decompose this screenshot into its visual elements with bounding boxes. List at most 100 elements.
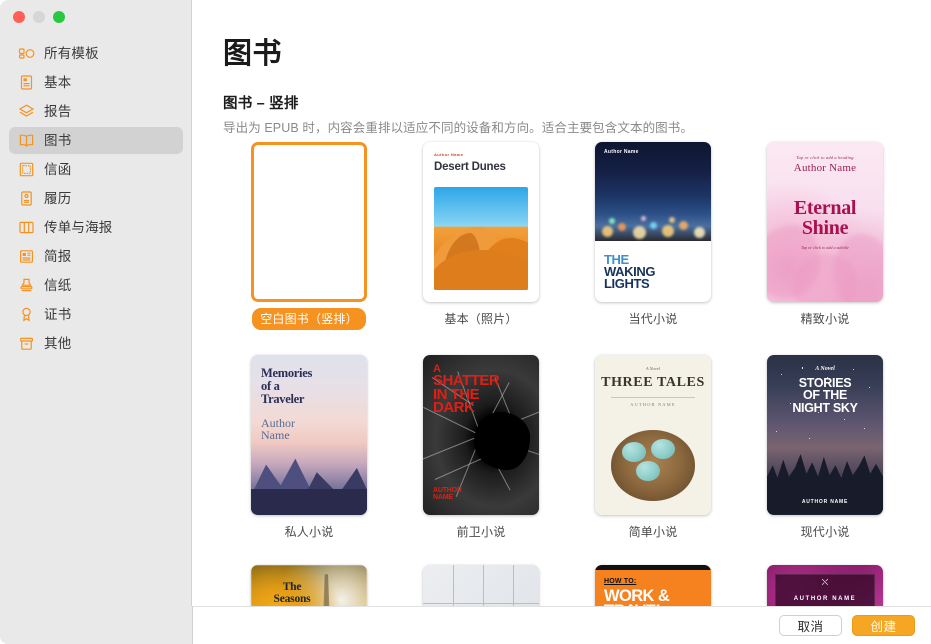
cover-title: Eternal Shine [767, 196, 883, 239]
window-controls [13, 11, 65, 23]
template-card-basic-photo[interactable]: Author Name Desert Dunes 基本（照片） [395, 140, 567, 330]
sidebar-item-resume[interactable]: 履历 [9, 185, 183, 212]
cover-seasons-paris: The Seasons of Paris [251, 564, 367, 607]
template-card-modern-novel[interactable]: A Novel STORIES OF THE NIGHT SKY AUTHOR … [739, 353, 911, 540]
cover-waking-lights: Author Name THE WAKING LIGHTS [595, 141, 711, 302]
template-thumbnail: Author Name Desert Dunes [421, 140, 541, 303]
cover-eternal-shine: Tap or click to add a heading Author Nam… [767, 141, 883, 302]
sidebar-item-basic[interactable]: 基本 [9, 69, 183, 96]
cover-shatter-dark: A SHATTER IN THE DARK AUTHOR NAME [423, 354, 539, 515]
cover-puzzle [423, 564, 539, 606]
cover-author: AUTHOR NAME [433, 487, 462, 501]
cover-title-line-2: of a [261, 378, 280, 393]
template-card-simple-novel[interactable]: A Novel THREE TALES AUTHOR NAME 简单小说 [567, 353, 739, 540]
cover-title: The Seasons of Paris [251, 581, 367, 607]
sidebar-item-books[interactable]: 图书 [9, 127, 183, 154]
minimize-window-button[interactable] [33, 11, 45, 23]
basic-icon [18, 74, 35, 91]
template-card-contemporary-novel[interactable]: Author Name THE WAKING LIGHTS 当代小说 [567, 140, 739, 330]
cover-title-line-2: Seasons [273, 592, 311, 605]
cover-blank [251, 141, 367, 302]
resume-icon [18, 190, 35, 207]
cover-title-line-4: DARK [433, 399, 475, 417]
template-card-work-travel[interactable]: HOW TO: WORK & TRAVEL TRAVEL [567, 563, 739, 606]
cover-title: Desert Dunes [434, 160, 506, 173]
template-thumbnail [249, 140, 369, 303]
template-card-applied-chemistry[interactable]: ⛌ AUTHOR NAME APPLIED CHEMISTRY FIRST ED… [739, 563, 911, 606]
cover-title: A SHATTER IN THE DARK [433, 363, 500, 417]
cover-author: AUTHOR NAME [630, 401, 676, 407]
cover-night-sky: A Novel STORIES OF THE NIGHT SKY AUTHOR … [767, 354, 883, 515]
cover-title-line-2: Shine [801, 216, 849, 239]
cover-photo [607, 417, 699, 503]
cover-title: Memories of a Traveler [261, 365, 313, 406]
template-card-elegant-novel[interactable]: Tap or click to add a heading Author Nam… [739, 140, 911, 330]
sidebar-item-report[interactable]: 报告 [9, 98, 183, 125]
cover-title: THREE TALES [601, 374, 705, 390]
template-thumbnail: Tap or click to add a heading Author Nam… [765, 140, 885, 303]
cover-author-line-2: Name [261, 428, 290, 443]
books-icon [18, 132, 35, 149]
all-templates-icon [18, 45, 35, 62]
cover-title-line-3: Traveler [261, 391, 305, 406]
template-label: 精致小说 [800, 312, 850, 326]
template-thumbnail: A SHATTER IN THE DARK AUTHOR NAME [421, 353, 541, 516]
cover-title-line-3: NIGHT SKY [792, 400, 858, 415]
cover-title-line-1: Memories [261, 365, 313, 380]
cover-title-line-2: OF THE [802, 388, 848, 402]
template-card-personal-novel[interactable]: Memories of a Traveler Author Name 私人小说 [223, 353, 395, 540]
cover-author-line-2: NAME [433, 493, 453, 501]
page-title: 图书 [223, 38, 283, 70]
template-label: 前卫小说 [456, 525, 506, 539]
sidebar-item-label: 简报 [44, 248, 72, 264]
cover-photo [434, 186, 528, 290]
template-grid: 空白图书（竖排） Author Name Desert Dunes 基本（照片）… [223, 140, 913, 606]
template-browser: 图书 图书 – 竖排 导出为 EPUB 时，内容会重排以适应不同的设备和方向。适… [193, 0, 931, 606]
sidebar-item-all-templates[interactable]: 所有模板 [9, 40, 183, 67]
template-label: 简单小说 [628, 525, 678, 539]
create-button[interactable]: 创建 [852, 615, 915, 636]
cover-applied-chemistry: ⛌ AUTHOR NAME APPLIED CHEMISTRY FIRST ED… [767, 564, 883, 606]
sidebar-item-stationery[interactable]: 信纸 [9, 272, 183, 299]
cover-author: Author Name [604, 148, 639, 155]
template-card-blank-book[interactable]: 空白图书（竖排） [223, 140, 395, 330]
template-card-avant-garde-novel[interactable]: A SHATTER IN THE DARK AUTHOR NAME 前卫小说 [395, 353, 567, 540]
sidebar-item-label: 证书 [44, 306, 72, 322]
stationery-icon [18, 277, 35, 294]
dialog-footer: 取消 创建 [193, 606, 931, 644]
template-label: 基本（照片） [444, 312, 518, 326]
sidebar: 所有模板 基本 报告 图书 信函 履历 传单与海报 简报 信纸 证书 其他 [0, 0, 192, 644]
sidebar-item-label: 信纸 [44, 277, 72, 293]
cover-author: AUTHOR NAME [801, 498, 849, 505]
cover-author: Author Name [261, 416, 295, 443]
sidebar-item-flyers-posters[interactable]: 传单与海报 [9, 214, 183, 241]
template-label: 空白图书（竖排） [252, 308, 366, 330]
cover-desert-dunes: Author Name Desert Dunes [423, 141, 539, 302]
template-card-seasons-of-paris[interactable]: The Seasons of Paris [223, 563, 395, 606]
template-card-puzzle[interactable] [395, 563, 567, 606]
sidebar-item-label: 基本 [44, 74, 72, 90]
cover-kicker: A Novel [645, 365, 661, 371]
close-window-button[interactable] [13, 11, 25, 23]
cover-title-line-3: LIGHTS [604, 275, 650, 291]
cancel-button[interactable]: 取消 [779, 615, 842, 636]
template-thumbnail: HOW TO: WORK & TRAVEL TRAVEL [593, 563, 713, 606]
certificate-icon [18, 306, 35, 323]
sidebar-item-label: 报告 [44, 103, 72, 119]
cover-header: Tap or click to add a heading Author Nam… [767, 155, 883, 174]
cover-title: WORK & TRAVEL TRAVEL [604, 587, 670, 606]
template-thumbnail: The Seasons of Paris [249, 563, 369, 606]
maximize-window-button[interactable] [53, 11, 65, 23]
template-thumbnail: A Novel THREE TALES AUTHOR NAME [593, 353, 713, 516]
sidebar-item-misc[interactable]: 其他 [9, 330, 183, 357]
template-thumbnail: ⛌ AUTHOR NAME APPLIED CHEMISTRY FIRST ED… [765, 563, 885, 606]
category-list: 所有模板 基本 报告 图书 信函 履历 传单与海报 简报 信纸 证书 其他 [0, 38, 192, 359]
sidebar-item-label: 图书 [44, 132, 72, 148]
section-header: 图书 – 竖排 导出为 EPUB 时，内容会重排以适应不同的设备和方向。适合主要… [223, 92, 931, 136]
cover-photo [595, 141, 711, 241]
cover-kicker: A Novel [815, 365, 835, 372]
sidebar-item-letters[interactable]: 信函 [9, 156, 183, 183]
cover-title-line-1: Eternal [793, 196, 857, 219]
sidebar-item-certificate[interactable]: 证书 [9, 301, 183, 328]
sidebar-item-newsletter[interactable]: 简报 [9, 243, 183, 270]
